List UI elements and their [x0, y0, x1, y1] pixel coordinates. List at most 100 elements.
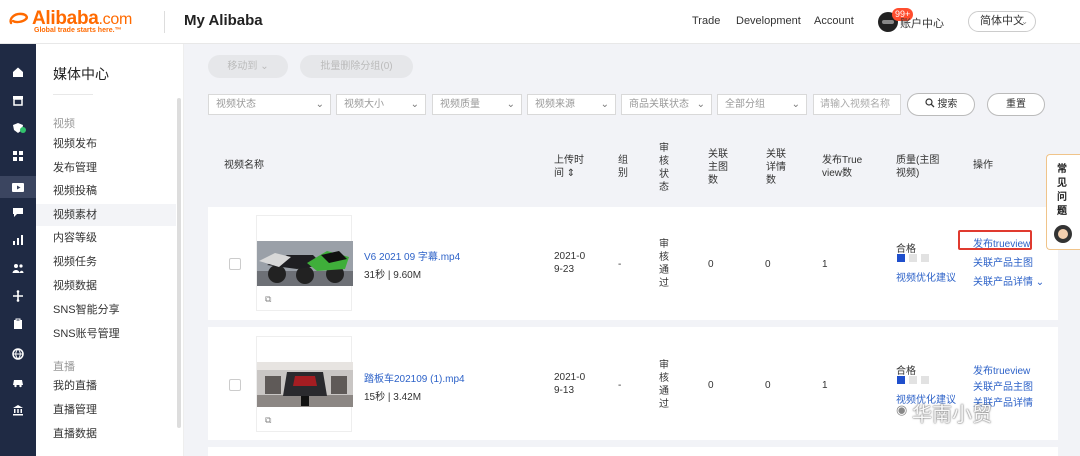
clipboard-icon[interactable] [9, 318, 27, 336]
chat-icon[interactable] [9, 206, 27, 224]
sort-icon[interactable]: ⇕ [567, 168, 575, 179]
reset-button[interactable]: 重置 [987, 93, 1045, 116]
quality-bar-segment [909, 254, 917, 262]
status-dot [20, 127, 26, 133]
globe-icon[interactable] [9, 348, 27, 366]
column-header-name: 视频名称 [224, 160, 264, 171]
video-filename-link[interactable]: 踏板车202109 (1).mp4 [364, 370, 465, 385]
column-header-quality: 质量(主图视频) [896, 155, 940, 179]
chevron-down-icon: ⌄ [410, 99, 419, 110]
chevron-down-icon: ⌄ [260, 61, 269, 72]
link-main-image[interactable]: 关联产品主图 [973, 378, 1033, 393]
search-input[interactable]: 请输入视频名称 [813, 94, 901, 115]
language-select[interactable]: 简体中文 ⌄ [968, 11, 1036, 32]
sidebar-item-video-data[interactable]: 视频数据 [36, 275, 176, 297]
video-filename-link[interactable]: V6 2021 09 字幕.mp4 [364, 248, 460, 263]
wechat-icon: ◉ [896, 402, 908, 417]
column-header-group: 组别 [618, 155, 628, 179]
quality-bar-segment [921, 254, 929, 262]
video-meta: 15秒 | 3.42M [364, 392, 422, 403]
chevron-down-icon: ⌄ [696, 99, 705, 110]
video-thumbnail[interactable]: ⧉ [256, 336, 353, 432]
upload-date: 2021-09-13 [554, 372, 586, 396]
filter-product-link-status[interactable]: 商品关联状态 ⌄ [621, 94, 712, 115]
column-header-upload-time[interactable]: 上传时间 ⇕ [554, 154, 584, 180]
alibaba-logo-icon [9, 12, 28, 25]
share-icon[interactable] [9, 290, 27, 308]
video-optimize-link[interactable]: 视频优化建议 [896, 269, 956, 284]
link-product-detail-label: 关联产品详情 [973, 277, 1033, 288]
sidebar-item-content-level[interactable]: 内容等级 [36, 227, 176, 249]
page-title[interactable]: My Alibaba [184, 12, 263, 29]
row-checkbox[interactable] [229, 258, 241, 270]
move-to-label: 移动到 [227, 61, 258, 72]
side-divider [53, 94, 93, 95]
search-icon [925, 98, 935, 108]
column-header-trueview: 发布True view数 [822, 155, 863, 179]
link-main-image[interactable]: 关联产品主图 [973, 254, 1033, 269]
account-center-link[interactable]: 账户中心 [900, 15, 944, 31]
sidebar-item-sns-accounts[interactable]: SNS账号管理 [36, 323, 176, 345]
store-icon[interactable] [9, 94, 27, 112]
faq-label: 常见问题 [1057, 164, 1067, 217]
grid-icon[interactable] [9, 150, 27, 168]
row-checkbox[interactable] [229, 379, 241, 391]
chevron-down-icon: ⌄ [506, 99, 515, 110]
filter-label: 视频状态 [216, 99, 256, 110]
nav-account[interactable]: Account [814, 15, 854, 27]
faq-widget[interactable]: 常见问题 [1046, 154, 1080, 250]
sidebar-item-video-publish[interactable]: 视频发布 [36, 133, 176, 155]
group-value: - [618, 380, 622, 391]
column-header-detail-pages: 关联详情数 [766, 149, 786, 186]
side-scrollbar[interactable] [177, 98, 181, 428]
sidebar-item-video-assets[interactable]: 视频素材 [36, 204, 176, 226]
nav-development[interactable]: Development [736, 15, 801, 27]
people-icon[interactable] [9, 262, 27, 280]
filter-label: 全部分组 [725, 99, 765, 110]
chevron-down-icon: ⌄ [1035, 277, 1045, 288]
filter-group[interactable]: 全部分组 ⌄ [717, 94, 807, 115]
side-menu-title: 媒体中心 [53, 66, 109, 82]
chart-icon[interactable] [9, 234, 27, 252]
copy-icon[interactable]: ⧉ [265, 415, 271, 426]
sidebar-item-publish-manage[interactable]: 发布管理 [36, 157, 176, 179]
filter-video-status[interactable]: 视频状态 ⌄ [208, 94, 331, 115]
quality-bar-segment [921, 376, 929, 384]
sidebar-item-sns-share[interactable]: SNS智能分享 [36, 299, 176, 321]
video-thumbnail[interactable]: ⧉ [256, 215, 353, 311]
sidebar-item-video-tasks[interactable]: 视频任务 [36, 251, 176, 273]
move-to-button[interactable]: 移动到 ⌄ [208, 55, 288, 78]
nav-trade[interactable]: Trade [692, 15, 720, 27]
batch-delete-button[interactable]: 批量删除分组(0) [300, 55, 413, 78]
watermark: 华南小贸 [912, 404, 992, 426]
filter-video-quality[interactable]: 视频质量 ⌄ [432, 94, 522, 115]
review-status: 审核通过 [659, 360, 669, 410]
column-header-review: 审核状态 [659, 143, 669, 193]
search-button[interactable]: 搜索 [907, 93, 975, 116]
side-group-live: 直播 [53, 361, 75, 373]
delivery-icon[interactable] [9, 376, 27, 394]
column-header-main-images: 关联主图数 [708, 149, 728, 186]
alibaba-logo[interactable]: Alibaba.com Global trade starts here.™ [8, 8, 158, 36]
sidebar-item-video-submit[interactable]: 视频投稿 [36, 180, 176, 202]
publish-trueview-link[interactable]: 发布trueview [973, 235, 1030, 250]
copy-icon[interactable]: ⧉ [265, 294, 271, 305]
sidebar-item-my-live[interactable]: 我的直播 [36, 375, 176, 397]
filter-label: 商品关联状态 [629, 99, 689, 110]
filter-video-size[interactable]: 视频大小 ⌄ [336, 94, 426, 115]
upload-date: 2021-09-23 [554, 251, 586, 275]
trueview-count: 1 [822, 380, 828, 391]
chevron-down-icon: ⌄ [600, 99, 609, 110]
filter-video-source[interactable]: 视频来源 ⌄ [527, 94, 616, 115]
publish-trueview-link[interactable]: 发布trueview [973, 362, 1030, 377]
bank-icon[interactable] [9, 404, 27, 422]
chevron-down-icon: ⌄ [315, 99, 324, 110]
group-value: - [618, 259, 622, 270]
home-icon[interactable] [9, 66, 27, 84]
quality-bar-segment [897, 254, 905, 262]
sidebar-item-live-data[interactable]: 直播数据 [36, 423, 176, 445]
sidebar-item-live-manage[interactable]: 直播管理 [36, 399, 176, 421]
media-icon[interactable] [0, 176, 36, 198]
link-product-detail[interactable]: 关联产品详情 ⌄ [973, 273, 1044, 288]
header-divider [164, 11, 165, 33]
